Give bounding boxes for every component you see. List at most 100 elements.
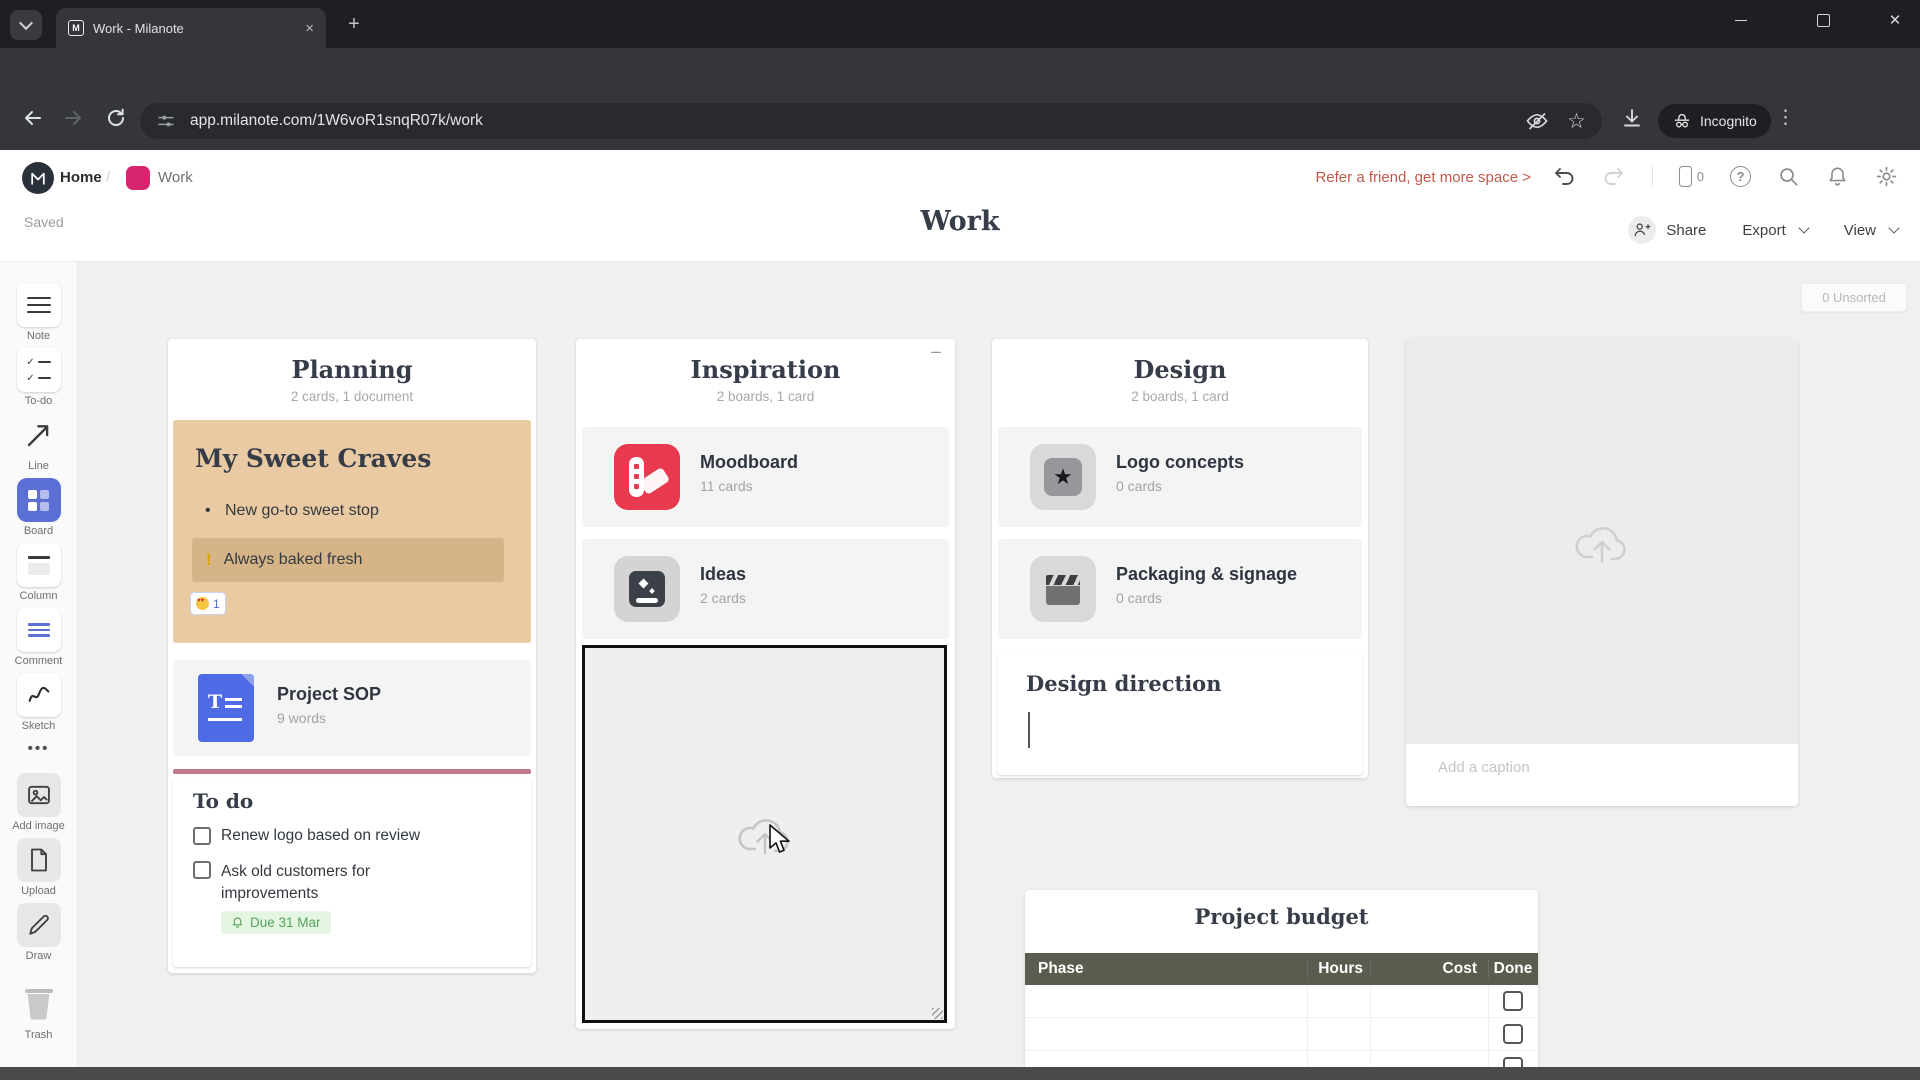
chevron-down-icon [18,15,34,31]
board-color-swatch[interactable] [126,166,150,190]
tool-trash[interactable]: Trash [24,982,53,1041]
tool-board[interactable]: Board [16,478,61,537]
bookmark-star-icon[interactable]: ☆ [1567,109,1586,134]
notifications-bell-icon[interactable] [1826,165,1849,188]
image-drop-area[interactable] [1406,339,1798,744]
image-card[interactable]: Add a caption [1406,339,1798,806]
column-header-cost: Cost [1370,960,1488,978]
breadcrumb-home[interactable]: Home [60,169,102,186]
tool-upload[interactable]: Upload [16,838,61,897]
board-actions: Share Export View [1628,216,1900,244]
due-date-badge[interactable]: Due 31 Mar [221,911,331,934]
board-card-packaging[interactable]: Packaging & signage 0 cards [998,539,1362,639]
table-row[interactable] [1025,985,1538,1018]
tab-search-button[interactable] [10,10,42,40]
invite-person-icon[interactable] [1628,216,1657,244]
column-title: Planning [291,355,413,384]
redo-icon[interactable] [1602,164,1626,188]
window-close-button[interactable]: ✕ [1872,0,1918,40]
tool-note[interactable]: Note [16,283,61,342]
incognito-badge[interactable]: Incognito [1658,104,1771,138]
forward-button[interactable] [62,106,86,130]
document-card[interactable]: T Project SOP 9 words [173,660,531,756]
new-tab-button[interactable]: + [340,10,368,38]
planning-column[interactable]: Planning 2 cards, 1 document My Sweet Cr… [168,339,536,973]
tool-more[interactable]: ••• [28,740,50,757]
add-image-icon [16,773,61,817]
board-card-ideas[interactable]: Ideas 2 cards [582,539,949,639]
browser-tab-active[interactable]: M Work - Milanote × [56,8,326,48]
help-button[interactable]: ? [1730,165,1751,187]
settings-gear-icon[interactable] [1875,165,1898,188]
close-icon: ✕ [1888,12,1902,29]
breadcrumb-separator: / [106,169,111,186]
warning-icon: ! [206,550,212,569]
table-row[interactable] [1025,1018,1538,1051]
checkbox[interactable] [193,861,211,879]
resize-handle[interactable] [932,1008,943,1019]
design-direction-note[interactable]: Design direction [998,655,1362,775]
ideas-board-icon [614,556,680,622]
phone-icon [1678,165,1692,187]
heart-eyes-emoji-icon [196,597,209,610]
board-card-logo-concepts[interactable]: ★ Logo concepts 0 cards [998,427,1362,527]
note-card[interactable]: My Sweet Craves • New go-to sweet stop !… [173,420,531,643]
window-minimize-button[interactable] [1718,0,1764,40]
milanote-logo[interactable] [22,162,54,194]
note-bullet-text: New go-to sweet stop [225,502,379,519]
horizontal-scrollbar[interactable] [0,1067,1920,1080]
column-title: Inspiration [690,355,841,384]
tool-add-image[interactable]: Add image [12,773,65,832]
budget-table-card[interactable]: Project budget Phase Hours Cost Done [1025,890,1538,1080]
board-card-moodboard[interactable]: Moodboard 11 cards [582,427,949,527]
column-header-done: Done [1488,960,1537,978]
unsorted-badge[interactable]: 0 Unsorted [1801,283,1907,312]
reaction-count: 1 [213,596,220,611]
tool-draw[interactable]: Draw [16,903,61,962]
reminder-bell-icon [232,917,243,928]
tool-comment[interactable]: Comment [15,608,62,667]
checkbox[interactable] [193,827,211,845]
more-dots-icon: ••• [27,740,50,757]
tool-column[interactable]: Column [16,543,61,602]
todo-item-text: Renew logo based on review [221,827,421,844]
breadcrumb-board[interactable]: Work [158,169,193,186]
due-date-text: Due 31 Mar [250,915,321,930]
line-arrow-icon [17,413,61,457]
reload-button[interactable] [104,106,128,130]
tool-todo[interactable]: ✓ ✓ To-do [16,348,61,407]
column-header-phase: Phase [1038,960,1084,977]
browser-menu-icon[interactable]: ⋮ [1776,106,1795,129]
document-meta: 9 words [277,710,327,726]
search-icon[interactable] [1777,165,1800,188]
tool-line[interactable]: Line [17,413,61,472]
board-meta: 0 cards [1116,590,1162,606]
divider-line[interactable] [173,769,531,774]
column-subtitle: 2 cards, 1 document [290,389,414,404]
design-column[interactable]: Design 2 boards, 1 card ★ Logo concepts … [992,339,1368,778]
caption-input[interactable]: Add a caption [1438,759,1530,776]
todo-icon: ✓ ✓ [16,348,61,392]
mobile-devices-button[interactable]: 0 [1678,165,1704,187]
undo-icon[interactable] [1552,164,1576,188]
board-meta: 11 cards [700,478,753,494]
site-settings-icon[interactable] [156,111,176,131]
todo-card[interactable]: To do Renew logo based on review Ask old… [173,777,531,967]
checkbox[interactable] [1503,991,1523,1011]
tool-sketch[interactable]: Sketch [16,673,61,732]
back-button[interactable] [20,106,44,130]
refer-friend-link[interactable]: Refer a friend, get more space > [1315,169,1531,186]
view-button[interactable]: View [1844,222,1876,239]
upload-file-icon [16,838,61,882]
export-button[interactable]: Export [1742,222,1785,239]
reaction-badge[interactable]: 1 [190,592,226,615]
checkbox[interactable] [1503,1024,1523,1044]
window-maximize-button[interactable] [1800,0,1846,40]
eye-off-icon[interactable] [1525,109,1549,133]
tab-close-icon[interactable]: × [305,20,314,37]
url-text[interactable]: app.milanote.com/1W6voR1snqR07k/work [190,112,483,130]
selected-image-placeholder[interactable] [582,645,947,1023]
share-button[interactable]: Share [1666,222,1706,239]
download-button[interactable] [1620,106,1644,130]
url-bar[interactable]: app.milanote.com/1W6voR1snqR07k/work ☆ [140,103,1602,139]
